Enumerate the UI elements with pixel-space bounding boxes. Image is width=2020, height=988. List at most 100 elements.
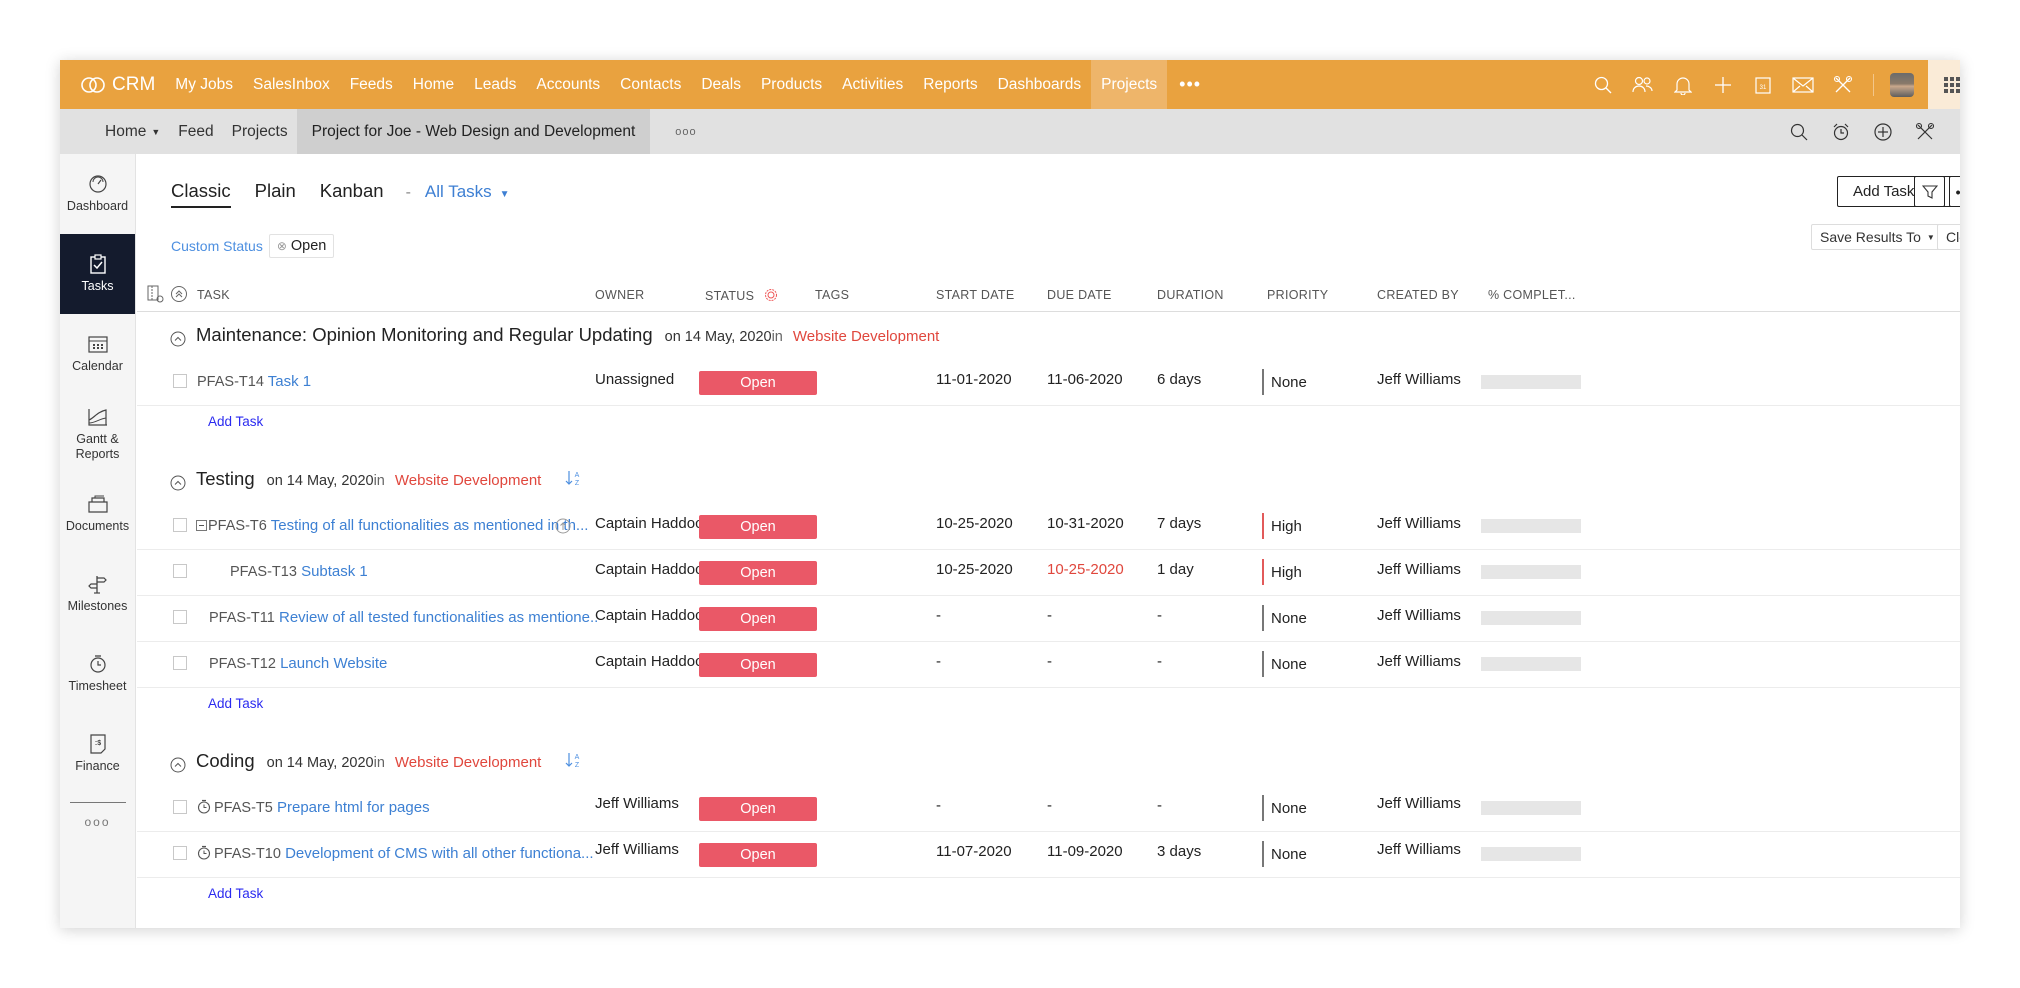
sidebar-item-timesheet[interactable]: Timesheet xyxy=(60,634,135,714)
column-settings-icon[interactable] xyxy=(147,285,165,306)
percent-complete-bar[interactable] xyxy=(1481,611,1581,625)
nav-more-button[interactable]: ••• xyxy=(1167,74,1213,95)
start-date-cell[interactable]: 11-07-2020 xyxy=(936,843,1012,860)
collapse-subtasks-icon[interactable] xyxy=(196,520,207,531)
subnav-feed[interactable]: Feed xyxy=(169,109,222,154)
column-priority[interactable]: PRIORITY xyxy=(1267,288,1328,302)
add-circle-icon[interactable] xyxy=(1862,109,1904,154)
row-checkbox[interactable] xyxy=(173,846,187,860)
due-date-cell[interactable]: - xyxy=(1047,797,1052,814)
status-badge[interactable]: Open xyxy=(699,607,817,631)
table-row[interactable]: PFAS-T13 Subtask 1 Captain Haddoc Open 1… xyxy=(137,550,1960,596)
duration-cell[interactable]: - xyxy=(1157,653,1162,670)
status-badge[interactable]: Open xyxy=(699,561,817,585)
nav-projects[interactable]: Projects xyxy=(1091,60,1168,109)
table-row[interactable]: PFAS-T10 Development of CMS with all oth… xyxy=(137,832,1960,878)
column-tags[interactable]: TAGS xyxy=(815,288,849,302)
owner-cell[interactable]: Captain Haddoc xyxy=(595,653,703,670)
priority-cell[interactable]: None xyxy=(1262,369,1307,395)
dependency-icon[interactable] xyxy=(555,518,571,538)
sidebar-item-gantt-reports[interactable]: Gantt & Reports xyxy=(60,394,135,474)
task-name-link[interactable]: Launch Website xyxy=(280,655,387,672)
tab-kanban[interactable]: Kanban xyxy=(320,180,384,206)
timer-icon[interactable] xyxy=(197,799,211,818)
percent-complete-bar[interactable] xyxy=(1481,565,1581,579)
duration-cell[interactable]: - xyxy=(1157,607,1162,624)
due-date-cell[interactable]: 11-09-2020 xyxy=(1047,843,1123,860)
subnav-more-button[interactable]: ooo xyxy=(675,126,696,138)
duration-cell[interactable]: 3 days xyxy=(1157,843,1201,860)
column-owner[interactable]: OWNER xyxy=(595,288,644,302)
collapse-group-icon[interactable] xyxy=(170,757,186,778)
tools-icon[interactable] xyxy=(1823,60,1863,109)
column-created-by[interactable]: CREATED BY xyxy=(1377,288,1459,302)
group-project-link[interactable]: Website Development xyxy=(395,754,541,771)
sidebar-more-button[interactable]: ooo xyxy=(60,815,135,829)
sort-az-icon[interactable]: AZ xyxy=(565,751,581,774)
task-name-link[interactable]: Development of CMS with all other functi… xyxy=(285,845,593,862)
status-badge[interactable]: Open xyxy=(699,843,817,867)
status-badge[interactable]: Open xyxy=(699,371,817,395)
owner-cell[interactable]: Captain Haddoc xyxy=(595,561,703,578)
subnav-home[interactable]: Home ▼ xyxy=(96,109,169,154)
more-options-button[interactable]: ••• xyxy=(1949,176,1960,207)
task-name-link[interactable]: Task 1 xyxy=(268,373,311,390)
add-task-link[interactable]: Add Task xyxy=(208,696,263,711)
priority-cell[interactable]: None xyxy=(1262,841,1307,867)
collapse-group-icon[interactable] xyxy=(170,475,186,496)
nav-leads[interactable]: Leads xyxy=(464,60,526,109)
group-title[interactable]: Maintenance: Opinion Monitoring and Regu… xyxy=(196,324,939,346)
nav-home[interactable]: Home xyxy=(403,60,464,109)
alarm-icon[interactable] xyxy=(1820,109,1862,154)
search-icon[interactable] xyxy=(1778,109,1820,154)
crm-logo[interactable]: CRM xyxy=(60,74,165,96)
start-date-cell[interactable]: - xyxy=(936,607,941,624)
table-row[interactable]: PFAS-T11 Review of all tested functional… xyxy=(137,596,1960,642)
owner-cell[interactable]: Captain Haddoc xyxy=(595,515,703,532)
nav-feeds[interactable]: Feeds xyxy=(340,60,403,109)
save-results-button[interactable]: Save Results To ▼ xyxy=(1811,224,1944,250)
due-date-cell[interactable]: 10-31-2020 xyxy=(1047,515,1124,532)
status-badge[interactable]: Open xyxy=(699,515,817,539)
row-checkbox[interactable] xyxy=(173,374,187,388)
collapse-group-icon[interactable] xyxy=(170,331,186,352)
add-task-link[interactable]: Add Task xyxy=(208,886,263,901)
sidebar-item-milestones[interactable]: Milestones xyxy=(60,554,135,634)
priority-cell[interactable]: High xyxy=(1262,513,1302,539)
group-project-link[interactable]: Website Development xyxy=(395,472,541,489)
start-date-cell[interactable]: 10-25-2020 xyxy=(936,561,1013,578)
nav-activities[interactable]: Activities xyxy=(832,60,913,109)
sidebar-item-dashboard[interactable]: Dashboard xyxy=(60,154,135,234)
search-icon[interactable] xyxy=(1583,60,1623,109)
mail-icon[interactable] xyxy=(1783,60,1823,109)
calendar-icon[interactable]: 31 xyxy=(1743,60,1783,109)
table-row[interactable]: PFAS-T5 Prepare html for pages Jeff Will… xyxy=(137,786,1960,832)
priority-cell[interactable]: None xyxy=(1262,795,1307,821)
tab-plain[interactable]: Plain xyxy=(255,180,296,206)
owner-cell[interactable]: Captain Haddoc xyxy=(595,607,703,624)
due-date-cell[interactable]: - xyxy=(1047,653,1052,670)
sort-az-icon[interactable]: AZ xyxy=(565,469,581,492)
percent-complete-bar[interactable] xyxy=(1481,375,1581,389)
timer-icon[interactable] xyxy=(197,845,211,864)
column-start-date[interactable]: START DATE xyxy=(936,288,1014,302)
column-due-date[interactable]: DUE DATE xyxy=(1047,288,1112,302)
percent-complete-bar[interactable] xyxy=(1481,657,1581,671)
due-date-cell[interactable]: - xyxy=(1047,607,1052,624)
collapse-all-icon[interactable] xyxy=(170,285,188,306)
owner-cell[interactable]: Unassigned xyxy=(595,371,674,388)
status-badge[interactable]: Open xyxy=(699,653,817,677)
clear-filter-button[interactable]: Clear filter xyxy=(1937,224,1960,250)
priority-cell[interactable]: High xyxy=(1262,559,1302,585)
task-filter-dropdown[interactable]: All Tasks ▼ xyxy=(425,182,510,202)
start-date-cell[interactable]: 11-01-2020 xyxy=(936,371,1012,388)
start-date-cell[interactable]: - xyxy=(936,797,941,814)
table-row[interactable]: PFAS-T12 Launch Website Captain Haddoc O… xyxy=(137,642,1960,688)
subnav-current-project[interactable]: Project for Joe - Web Design and Develop… xyxy=(296,109,651,154)
row-checkbox[interactable] xyxy=(173,610,187,624)
duration-cell[interactable]: 7 days xyxy=(1157,515,1201,532)
nav-reports[interactable]: Reports xyxy=(913,60,987,109)
start-date-cell[interactable]: 10-25-2020 xyxy=(936,515,1013,532)
row-checkbox[interactable] xyxy=(173,518,187,532)
group-title[interactable]: Testing on 14 May, 2020in Website Developm… xyxy=(196,468,581,492)
